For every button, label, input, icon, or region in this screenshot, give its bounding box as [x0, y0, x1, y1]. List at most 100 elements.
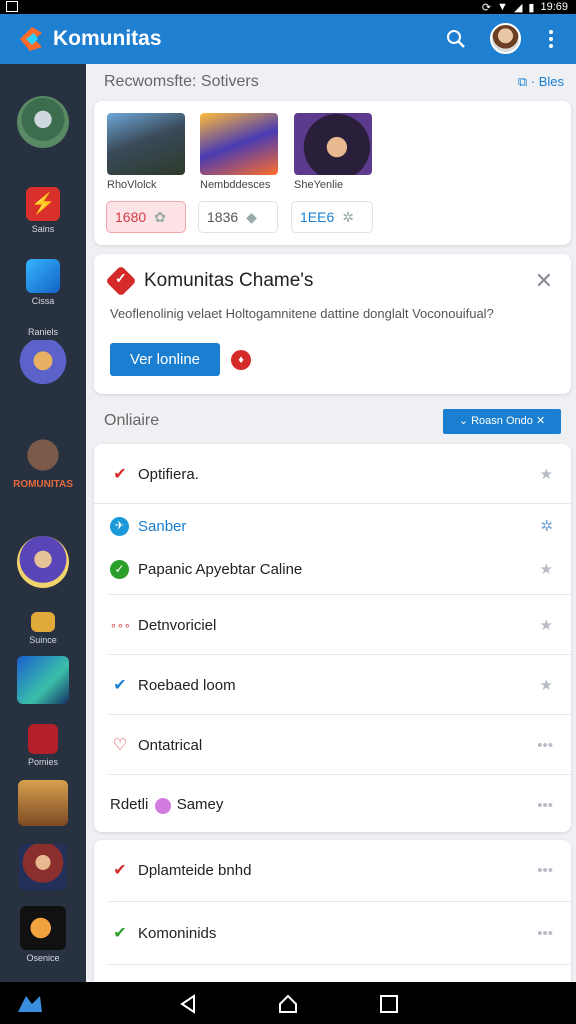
online-title: Onliaire [104, 412, 160, 429]
list-item[interactable]: ♡ Ontatrical ••• [94, 715, 571, 775]
game-art [294, 113, 372, 175]
check-circle-icon: ✓ [110, 559, 129, 579]
fish-icon: ◆ [246, 208, 257, 225]
dots-icon: ∘∘∘ [110, 619, 131, 632]
rail-item[interactable]: Suince [0, 612, 86, 645]
status-bar: ⟳ ▼ ◢ ▮ 19:69 [0, 0, 576, 14]
online-list-2: ✔ Dplamteide bnhd ••• ✔ Komoninids ••• [94, 840, 571, 982]
recommended-action[interactable]: ⧉ · Bles [518, 74, 564, 90]
list-item[interactable]: ✔ Komoninids ••• [94, 903, 571, 963]
star-icon[interactable]: ★ [540, 616, 553, 634]
home-icon[interactable] [277, 993, 299, 1015]
rail-item[interactable]: ⚡ Sains [0, 187, 86, 234]
community-icon: ⚡ [26, 187, 60, 221]
check-icon: ✔ [113, 862, 127, 879]
community-art [18, 780, 68, 826]
stat-chip[interactable]: 1680 ✿ [106, 201, 186, 233]
check-icon: ✔ [113, 925, 127, 942]
rail-item[interactable] [0, 656, 86, 707]
community-avatar [17, 536, 69, 588]
rail-item[interactable] [0, 96, 86, 151]
rail-item[interactable] [0, 844, 86, 893]
wifi-icon: ▼ [497, 1, 508, 13]
stat-chip[interactable]: 1836 ◆ [198, 201, 278, 233]
star-icon[interactable]: ★ [540, 676, 553, 694]
flame-icon[interactable]: ♦ [231, 350, 251, 370]
back-icon[interactable] [178, 994, 198, 1014]
more-horiz-icon[interactable]: ••• [537, 925, 553, 942]
recommended-title: Recwomsfte: Sotivers [104, 73, 259, 90]
emoji-icon [154, 797, 171, 814]
community-art [19, 844, 67, 890]
signal-icon: ◢ [513, 1, 523, 14]
community-art [20, 906, 66, 950]
list-item[interactable]: ✔ Optifiera. ★ [94, 444, 571, 504]
rail-item[interactable]: Osenice [0, 906, 86, 963]
sync-icon: ⟳ [481, 1, 492, 14]
star-icon[interactable]: ★ [540, 465, 553, 483]
profile-avatar[interactable] [490, 23, 521, 54]
app-title: Komunitas [53, 27, 162, 50]
game-tile[interactable]: RhoVlolck [107, 113, 185, 191]
app-switcher-logo-icon[interactable] [16, 994, 44, 1014]
check-icon: ✔ [113, 677, 127, 694]
sync-icon: ✈ [110, 516, 129, 536]
more-horiz-icon[interactable]: ••• [537, 737, 553, 754]
main-content: Recwomsfte: Sotivers ⧉ · Bles RhoVlolck … [94, 64, 576, 982]
community-rail: ⚡ Sains Cissa Raniels ROMUNITAS Suince P… [0, 64, 86, 982]
battery-icon: ▮ [528, 1, 535, 14]
community-avatar [17, 96, 69, 148]
rail-item[interactable]: Pomies [0, 724, 86, 767]
search-icon[interactable] [443, 26, 469, 52]
community-art [15, 340, 71, 392]
heart-icon: ♡ [112, 737, 128, 754]
rail-item[interactable]: Cissa [0, 259, 86, 306]
divider [108, 901, 571, 902]
gear-icon[interactable]: ✲ [540, 517, 553, 535]
app-bar: Komunitas [0, 14, 576, 64]
more-horiz-icon[interactable]: ••• [537, 862, 553, 879]
star-icon[interactable]: ★ [540, 560, 553, 578]
filter-icon: ⧉ [517, 74, 528, 89]
stat-chip[interactable]: 1EE6 ✲ [291, 201, 373, 233]
chevron-down-icon: ⌄ [458, 415, 469, 427]
check-icon: ✔ [113, 466, 127, 483]
close-icon: ✕ [535, 415, 546, 427]
promo-body: Veoflenolinig velaet Holtogamnitene datt… [110, 306, 494, 321]
community-art [17, 656, 69, 704]
app-logo-icon [20, 27, 42, 51]
online-list: ✔ Optifiera. ★ ✈ Sanber ✲ ✓ Papanic Apye… [94, 444, 571, 832]
more-vert-icon[interactable] [538, 26, 564, 52]
rail-item[interactable]: ROMUNITAS [0, 434, 86, 490]
promo-title: Komunitas Chame's [144, 270, 314, 291]
community-icon [28, 724, 58, 754]
community-icon [26, 259, 60, 293]
list-item[interactable]: ✔ Roebaed loom ★ [94, 655, 571, 715]
rail-item[interactable]: Raniels [0, 327, 86, 392]
gear-icon: ✿ [154, 208, 166, 225]
game-tile[interactable]: SheYenlie [294, 113, 372, 191]
list-item[interactable]: ✓ Papanic Apyebtar Caline ★ [94, 539, 571, 599]
community-art [16, 434, 70, 476]
list-item[interactable]: ✔ Dplamteide bnhd ••• [94, 840, 571, 900]
system-nav-bar [0, 982, 576, 1024]
check-icon: ✓ [115, 270, 127, 286]
rail-item[interactable] [0, 780, 86, 829]
game-art [200, 113, 278, 175]
notification-icon [6, 1, 18, 12]
game-tile[interactable]: Nembddesces [200, 113, 278, 191]
promo-button[interactable]: Ver lonline [110, 343, 220, 376]
online-filter-button[interactable]: ⌄ Roasn Ondo ✕ [443, 409, 561, 434]
list-item[interactable]: Rdetli Samey ••• [94, 775, 571, 835]
game-art [107, 113, 185, 175]
close-icon[interactable]: ✕ [535, 268, 553, 294]
gear-icon: ✲ [342, 208, 354, 225]
recents-icon[interactable] [380, 995, 398, 1013]
rail-item[interactable] [0, 536, 86, 591]
community-icon [31, 612, 55, 632]
more-horiz-icon[interactable]: ••• [537, 797, 553, 814]
clock-text: 19:69 [540, 1, 568, 13]
divider [108, 964, 571, 965]
list-item[interactable]: ∘∘∘ Detnvoriciel ★ [94, 595, 571, 655]
recommended-card: RhoVlolck Nembddesces SheYenlie 1680 ✿ 18… [94, 101, 571, 245]
